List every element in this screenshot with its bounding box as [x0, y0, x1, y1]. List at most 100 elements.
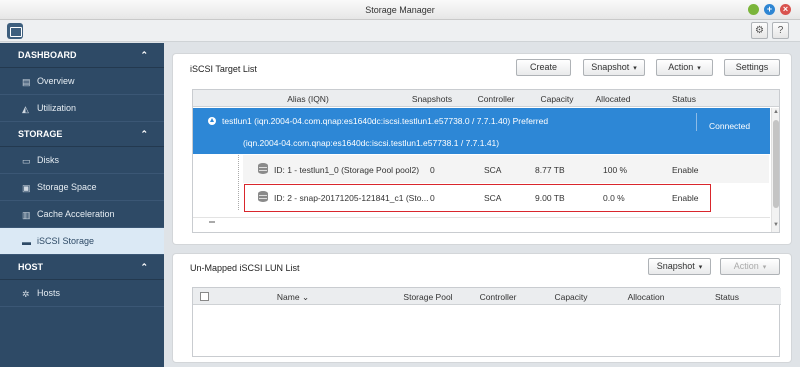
overview-icon: ▤	[22, 77, 31, 87]
column-header-allocated[interactable]: Allocated	[588, 94, 638, 104]
sidebar-item-storage-space[interactable]: ▣ Storage Space	[0, 174, 164, 201]
scroll-up-icon[interactable]: ▲	[773, 109, 779, 115]
target-alias-line2: (iqn.2004-04.com.qnap:es1640dc:iscsi.tes…	[243, 138, 500, 148]
scrollbar-thumb[interactable]	[773, 120, 779, 208]
lun-snapshots: 0	[430, 165, 435, 175]
sidebar-section-storage[interactable]: STORAGE ⌃	[0, 122, 164, 147]
chevron-down-icon: ▾	[633, 65, 637, 72]
target-status: Connected	[709, 121, 751, 131]
scroll-down-icon[interactable]: ▼	[773, 222, 779, 228]
column-header-status[interactable]: Status	[659, 94, 709, 104]
sidebar-item-hosts[interactable]: ✲ Hosts	[0, 280, 164, 307]
sort-icon: ⌄	[301, 292, 310, 302]
iscsi-target-panel: iSCSI Target List Create Snapshot ▾ Actio…	[172, 53, 792, 245]
tree-connector	[238, 155, 239, 210]
disk-icon: ▭	[22, 156, 31, 166]
sidebar-item-label: iSCSI Storage	[37, 236, 95, 246]
lun-id: ID: 1 - testlun1_0 (Storage Pool pool2)	[274, 165, 420, 175]
action-button[interactable]: Action ▾	[656, 59, 713, 76]
column-header-alias[interactable]: Alias (IQN)	[233, 94, 383, 104]
column-header-snapshots[interactable]: Snapshots	[407, 94, 457, 104]
sidebar-item-iscsi-storage[interactable]: ▬ iSCSI Storage	[0, 228, 164, 255]
window-titlebar: Storage Manager + ×	[0, 0, 800, 20]
cache-icon: ▥	[22, 210, 31, 220]
snapshot-button[interactable]: Snapshot ▾	[648, 258, 711, 275]
column-header-storage-pool[interactable]: Storage Pool	[393, 292, 463, 302]
sidebar-section-label: HOST	[18, 262, 44, 272]
chevron-down-icon: ▾	[697, 65, 701, 72]
column-header-capacity[interactable]: Capacity	[532, 94, 582, 104]
column-header-controller[interactable]: Controller	[471, 94, 521, 104]
table-row[interactable]	[193, 217, 770, 232]
close-button[interactable]: ×	[780, 4, 791, 15]
sidebar-section-host[interactable]: HOST ⌃	[0, 255, 164, 280]
chevron-up-icon[interactable]: ⌃	[140, 122, 148, 147]
target-row[interactable]: testlun1 (iqn.2004-04.com.qnap:es1640dc:…	[193, 108, 770, 154]
sidebar-item-cache-acceleration[interactable]: ▥ Cache Acceleration	[0, 201, 164, 228]
create-button[interactable]: Create	[516, 59, 571, 76]
vertical-scrollbar[interactable]: ▲ ▼	[771, 108, 779, 232]
selection-highlight-box	[244, 184, 711, 212]
column-header-status[interactable]: Status	[702, 292, 752, 302]
button-label: Action	[668, 62, 694, 72]
lun-allocated: 100 %	[603, 165, 628, 175]
app-menu-icon[interactable]	[7, 23, 23, 39]
lun-capacity: 8.77 TB	[535, 165, 565, 175]
lun-controller: SCA	[484, 165, 502, 175]
target-alias-line1: testlun1 (iqn.2004-04.com.qnap:es1640dc:…	[222, 116, 549, 126]
column-header-name[interactable]: Name ⌄	[263, 292, 323, 303]
storage-space-icon: ▣	[22, 183, 31, 193]
column-header-controller[interactable]: Controller	[468, 292, 528, 302]
help-icon[interactable]: ?	[772, 22, 789, 39]
button-label: Snapshot	[656, 261, 695, 271]
settings-button[interactable]: Settings	[724, 59, 780, 76]
sidebar-item-label: Overview	[37, 76, 75, 86]
unmapped-lun-panel: Un-Mapped iSCSI LUN List Snapshot ▾ Actio…	[172, 253, 792, 363]
iscsi-target-table: Alias (IQN) Snapshots Controller Capacit…	[192, 89, 780, 233]
chevron-up-icon[interactable]: ⌃	[140, 255, 148, 280]
sidebar-item-label: Cache Acceleration	[37, 209, 115, 219]
column-header-allocation[interactable]: Allocation	[616, 292, 676, 302]
disk-icon	[258, 163, 268, 174]
minimize-button[interactable]	[748, 4, 759, 15]
panel-title: Un-Mapped iSCSI LUN List	[190, 263, 300, 273]
table-header: Name ⌄ Storage Pool Controller Capacity …	[193, 288, 781, 305]
sidebar-item-disks[interactable]: ▭ Disks	[0, 147, 164, 174]
snapshot-button[interactable]: Snapshot ▾	[583, 59, 645, 76]
column-header-capacity[interactable]: Capacity	[541, 292, 601, 302]
unmapped-lun-table: Name ⌄ Storage Pool Controller Capacity …	[192, 287, 781, 357]
sidebar-item-label: Hosts	[37, 288, 61, 298]
collapsed-row-marker	[209, 221, 215, 223]
window-title: Storage Manager	[365, 5, 435, 15]
table-row[interactable]: ID: 1 - testlun1_0 (Storage Pool pool2) …	[243, 155, 769, 183]
sidebar-item-utilization[interactable]: ◭ Utilization	[0, 95, 164, 122]
divider	[696, 113, 697, 131]
maximize-button[interactable]: +	[764, 4, 775, 15]
button-label: Snapshot	[591, 62, 630, 72]
collapse-icon[interactable]	[208, 117, 216, 125]
sidebar-section-label: STORAGE	[18, 129, 63, 139]
column-header-label: Name	[276, 292, 300, 302]
table-header: Alias (IQN) Snapshots Controller Capacit…	[193, 90, 779, 107]
sidebar-section-dashboard[interactable]: DASHBOARD ⌃	[0, 43, 164, 68]
gear-icon[interactable]: ⚙	[751, 22, 768, 39]
chevron-down-icon: ▾	[762, 264, 767, 271]
action-button[interactable]: Action ▾	[720, 258, 780, 275]
lun-status: Enable	[672, 165, 699, 175]
chevron-down-icon: ▾	[698, 264, 703, 271]
app-toolbar: ⚙ ?	[0, 20, 800, 42]
select-all-checkbox[interactable]	[200, 292, 209, 301]
main-content: iSCSI Target List Create Snapshot ▾ Actio…	[164, 43, 800, 367]
panel-title: iSCSI Target List	[190, 64, 257, 74]
iscsi-icon: ▬	[22, 237, 31, 247]
sidebar-item-label: Disks	[37, 155, 59, 165]
chevron-up-icon[interactable]: ⌃	[140, 43, 148, 68]
button-label: Action	[733, 261, 759, 271]
hosts-icon: ✲	[22, 289, 30, 299]
sidebar: DASHBOARD ⌃ ▤ Overview ◭ Utilization STORA…	[0, 43, 164, 367]
sidebar-section-label: DASHBOARD	[18, 50, 77, 60]
sidebar-item-label: Storage Space	[37, 182, 97, 192]
utilization-icon: ◭	[22, 104, 29, 114]
sidebar-item-label: Utilization	[37, 103, 77, 113]
sidebar-item-overview[interactable]: ▤ Overview	[0, 68, 164, 95]
